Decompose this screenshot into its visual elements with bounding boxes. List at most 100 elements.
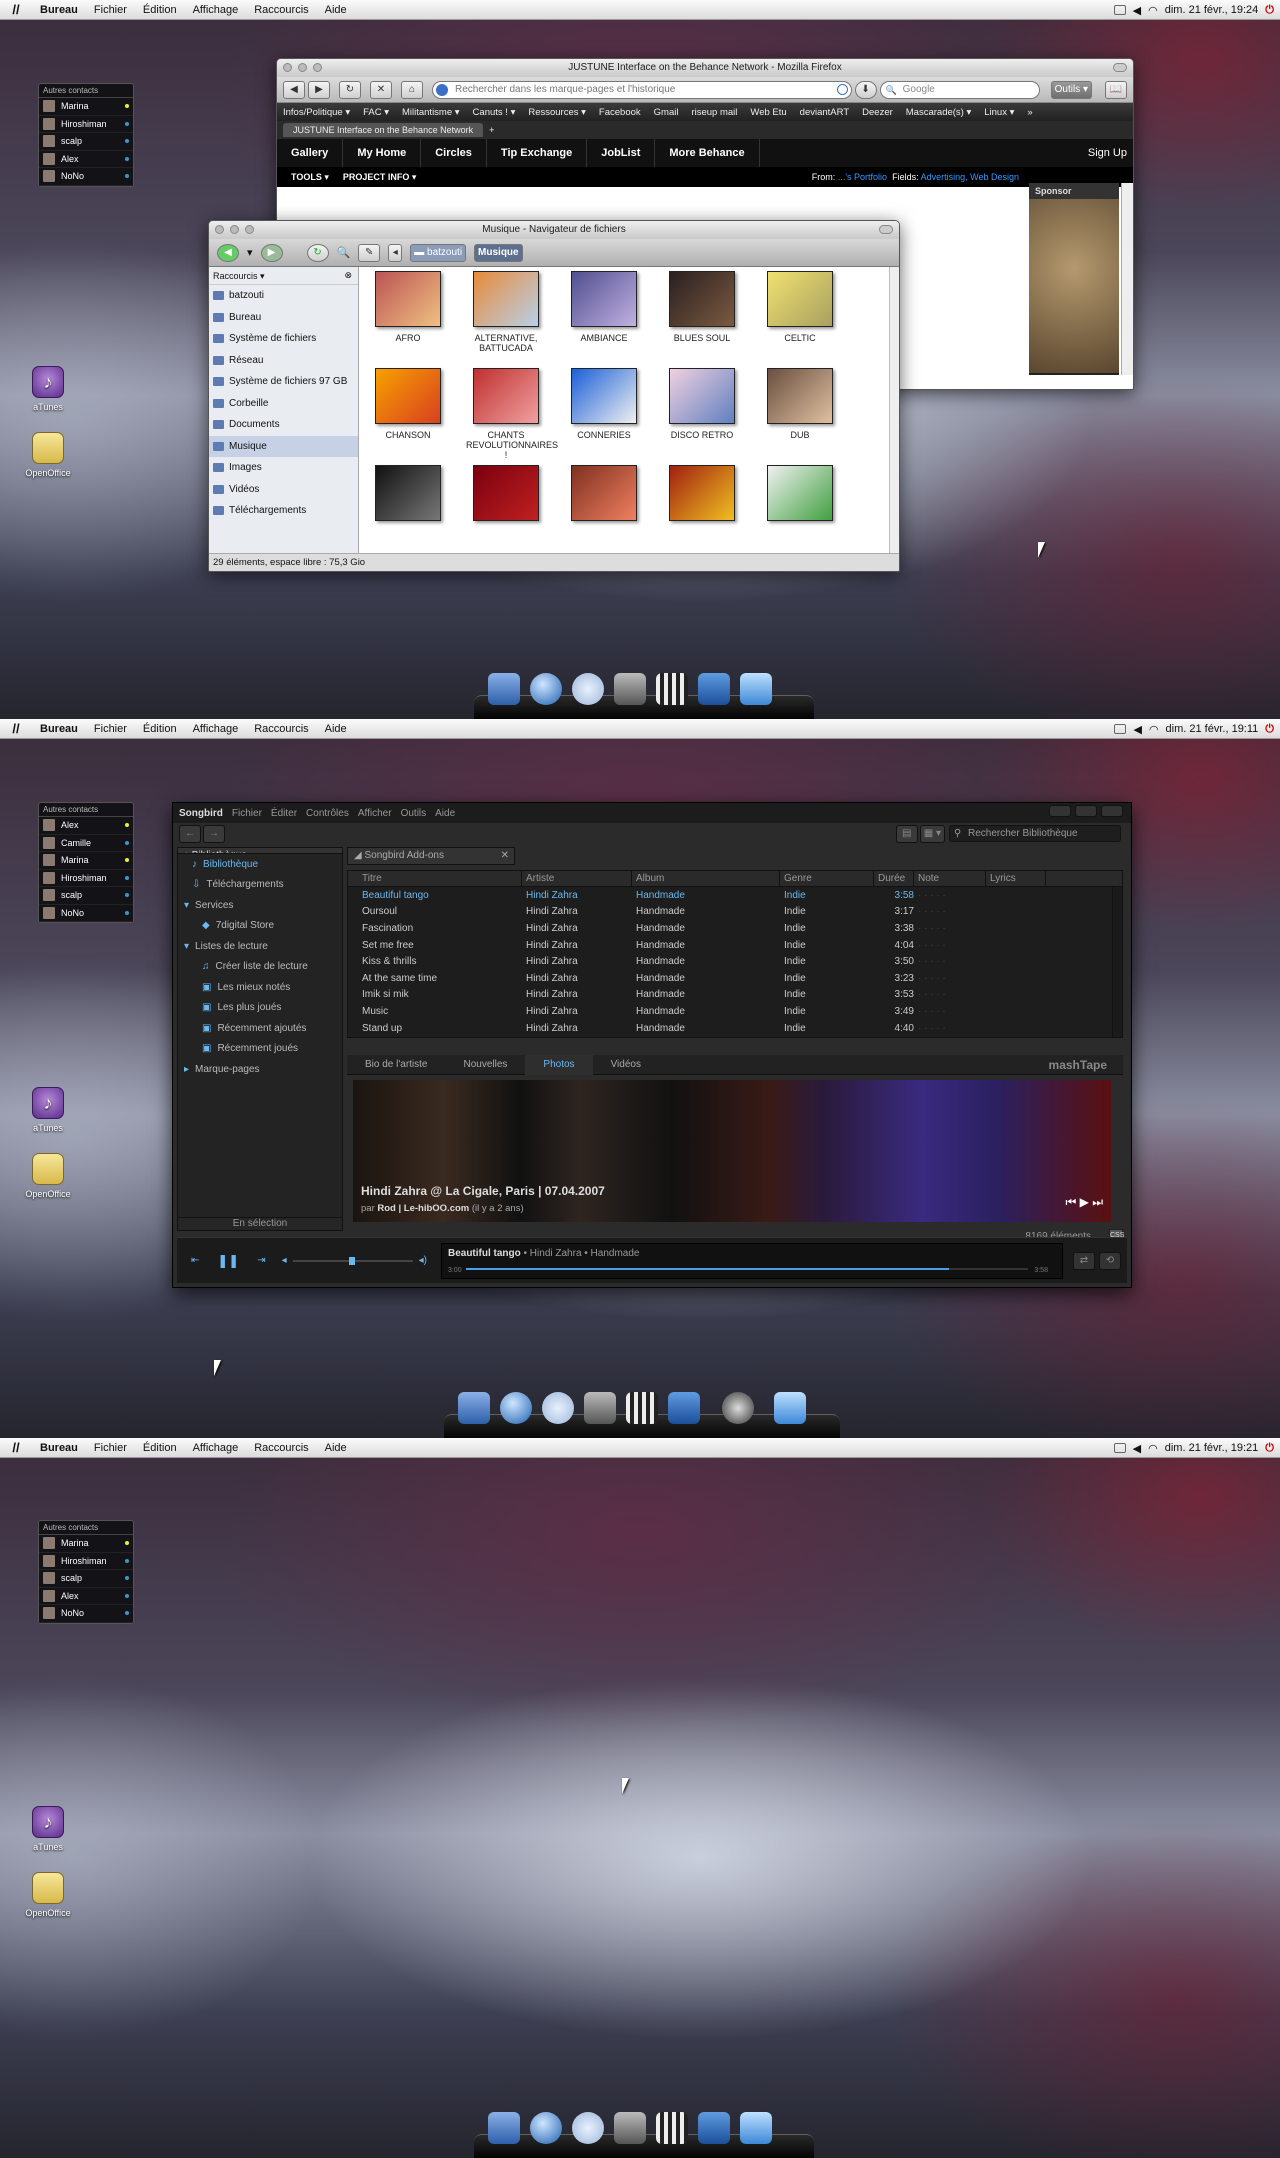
list-view-icon[interactable]: ▤ (895, 825, 918, 843)
contact-row[interactable]: Marina (39, 98, 133, 116)
contact-row[interactable]: Alex (39, 817, 133, 835)
clock[interactable]: dim. 21 févr., 19:21 (1165, 1442, 1259, 1454)
bookmarks-overflow-icon[interactable]: » (1027, 107, 1032, 118)
close-icon[interactable] (283, 63, 292, 72)
contact-row[interactable]: Hiroshiman (39, 870, 133, 887)
desktop-icon-openoffice[interactable]: OpenOffice (18, 432, 78, 478)
contact-row[interactable]: NoNo (39, 905, 133, 922)
repeat-icon[interactable]: ⟲ (1098, 1251, 1121, 1270)
tab-photos[interactable]: Photos (525, 1054, 593, 1075)
scrollbar[interactable] (1121, 183, 1133, 375)
column-header[interactable]: Note (914, 871, 986, 886)
next-track-icon[interactable]: ⇥ (257, 1255, 265, 1266)
menu-fichier[interactable]: Fichier (86, 1442, 135, 1454)
play-slideshow-icon[interactable]: ▶ (1080, 1195, 1089, 1209)
rating-stars[interactable]: · · · · · (914, 906, 986, 917)
sidebar-item[interactable]: Documents (209, 414, 358, 436)
songbird-icon[interactable] (722, 1392, 754, 1424)
sidebar-item[interactable]: Téléchargements (209, 500, 358, 522)
chat-icon[interactable] (1113, 1443, 1126, 1453)
progress-bar[interactable] (465, 1267, 1028, 1270)
finder-icon[interactable] (488, 673, 520, 705)
browser-globe-icon[interactable] (530, 2112, 562, 2144)
sidebar-item[interactable]: ▣ Les plus joués (178, 998, 342, 1019)
volume-high-icon[interactable]: ◂) (419, 1255, 427, 1266)
power-icon[interactable]: ⏻ (1265, 723, 1274, 736)
volume-icon[interactable]: ◀ (1133, 4, 1141, 17)
sidebar-item[interactable]: ◆ 7digital Store (178, 916, 342, 937)
desktop-icon-openoffice[interactable]: OpenOffice (18, 1153, 78, 1199)
clock[interactable]: dim. 21 févr., 19:11 (1166, 723, 1259, 735)
mail-icon[interactable] (668, 1392, 700, 1424)
column-header[interactable]: Album (632, 871, 780, 886)
new-tab-button[interactable]: + (489, 125, 494, 135)
bookmark-item[interactable]: Canuts ! ▾ (473, 107, 516, 118)
search-icon[interactable]: 🔍 (337, 246, 351, 259)
camera-icon[interactable] (614, 673, 646, 705)
clapper-icon[interactable] (656, 673, 688, 705)
table-row[interactable]: Oursoul Hindi Zahra Handmade Indie 3:17 · · ·… (348, 904, 1122, 921)
sidebar-item[interactable]: batzouti (209, 285, 358, 307)
folder-item[interactable]: CELTIC (760, 271, 840, 343)
menu-affichage[interactable]: Affichage (185, 1442, 247, 1454)
folder-item[interactable] (662, 465, 742, 527)
table-row[interactable]: At the same time Hindi Zahra Handmade Indie… (348, 970, 1122, 987)
history-dropdown-icon[interactable]: ▾ (247, 246, 253, 259)
chat-icon[interactable] (1113, 5, 1126, 15)
browser-globe-icon[interactable] (500, 1392, 532, 1424)
browser-globe-icon[interactable] (530, 673, 562, 705)
rating-stars[interactable]: · · · · · (914, 940, 986, 951)
power-icon[interactable]: ⏻ (1265, 4, 1274, 17)
folder-item[interactable] (368, 465, 448, 527)
forward-button[interactable]: → (203, 825, 225, 843)
bookmark-item[interactable]: FAC ▾ (363, 107, 389, 118)
system-logo-icon[interactable]: // (0, 2, 32, 17)
site-identity-icon[interactable] (436, 83, 448, 96)
rating-stars[interactable]: · · · · · (914, 956, 986, 967)
sidebar-item[interactable]: Système de fichiers (209, 328, 358, 350)
sidebar-item[interactable]: ▣ Récemment joués (178, 1039, 342, 1060)
wifi-icon[interactable]: ◠ (1149, 723, 1159, 736)
folder-item[interactable]: AFRO (368, 271, 448, 343)
contact-row[interactable]: Marina (39, 852, 133, 870)
rating-stars[interactable]: · · · · · (914, 890, 986, 901)
forward-button[interactable]: ▶ (308, 80, 330, 99)
contact-row[interactable]: Hiroshiman (39, 1553, 133, 1570)
desktop-icon-atunes[interactable]: ♪ aTunes (18, 1806, 78, 1852)
toolbar-toggle-icon[interactable] (879, 225, 893, 234)
camera-icon[interactable] (614, 2112, 646, 2144)
column-header[interactable]: Titre (348, 871, 522, 886)
crumb-musique[interactable]: Musique (474, 243, 523, 262)
home-button[interactable]: ⌂ (401, 80, 423, 99)
firefox-titlebar[interactable]: JUSTUNE Interface on the Behance Network… (277, 59, 1133, 77)
bookmark-item[interactable]: Web Etu (750, 107, 786, 118)
rating-stars[interactable]: · · · · · (914, 989, 986, 1000)
bookmark-item[interactable]: Gmail (654, 107, 679, 118)
close-icon[interactable] (1101, 805, 1123, 817)
camera-icon[interactable] (584, 1392, 616, 1424)
menu-éditer[interactable]: Éditer (271, 808, 297, 819)
menu-afficher[interactable]: Afficher (358, 808, 392, 819)
url-bar[interactable]: Rechercher dans les marque-pages et l'hi… (432, 80, 852, 99)
finder-icon[interactable] (458, 1392, 490, 1424)
tools-button[interactable]: Outils ▾ (1050, 80, 1092, 99)
clapper-icon[interactable] (656, 2112, 688, 2144)
wifi-icon[interactable]: ◠ (1148, 4, 1158, 17)
column-header[interactable]: Genre (780, 871, 874, 886)
desktop-icon-atunes[interactable]: ♪ aTunes (18, 1087, 78, 1133)
sidebar-item[interactable]: Système de fichiers 97 GB (209, 371, 358, 393)
menu-aide[interactable]: Aide (317, 4, 355, 16)
menu-affichage[interactable]: Affichage (185, 4, 247, 16)
volume-knob[interactable] (348, 1256, 355, 1265)
tools-menu[interactable]: TOOLS ▾ (291, 172, 329, 183)
reload-button[interactable]: ↻ (339, 80, 361, 99)
menu-songbird[interactable]: Songbird (179, 808, 223, 819)
back-button[interactable]: ← (179, 825, 201, 843)
file-browser-titlebar[interactable]: Musique - Navigateur de fichiers (209, 221, 899, 239)
contact-row[interactable]: Camille (39, 835, 133, 852)
chat-icon[interactable] (542, 1392, 574, 1424)
menu-bureau[interactable]: Bureau (32, 4, 86, 16)
from-link[interactable]: ...'s Portfolio (838, 172, 887, 182)
maximize-icon[interactable] (313, 63, 322, 72)
table-row[interactable]: Music Hindi Zahra Handmade Indie 3:49 · · · ·… (348, 1003, 1122, 1020)
